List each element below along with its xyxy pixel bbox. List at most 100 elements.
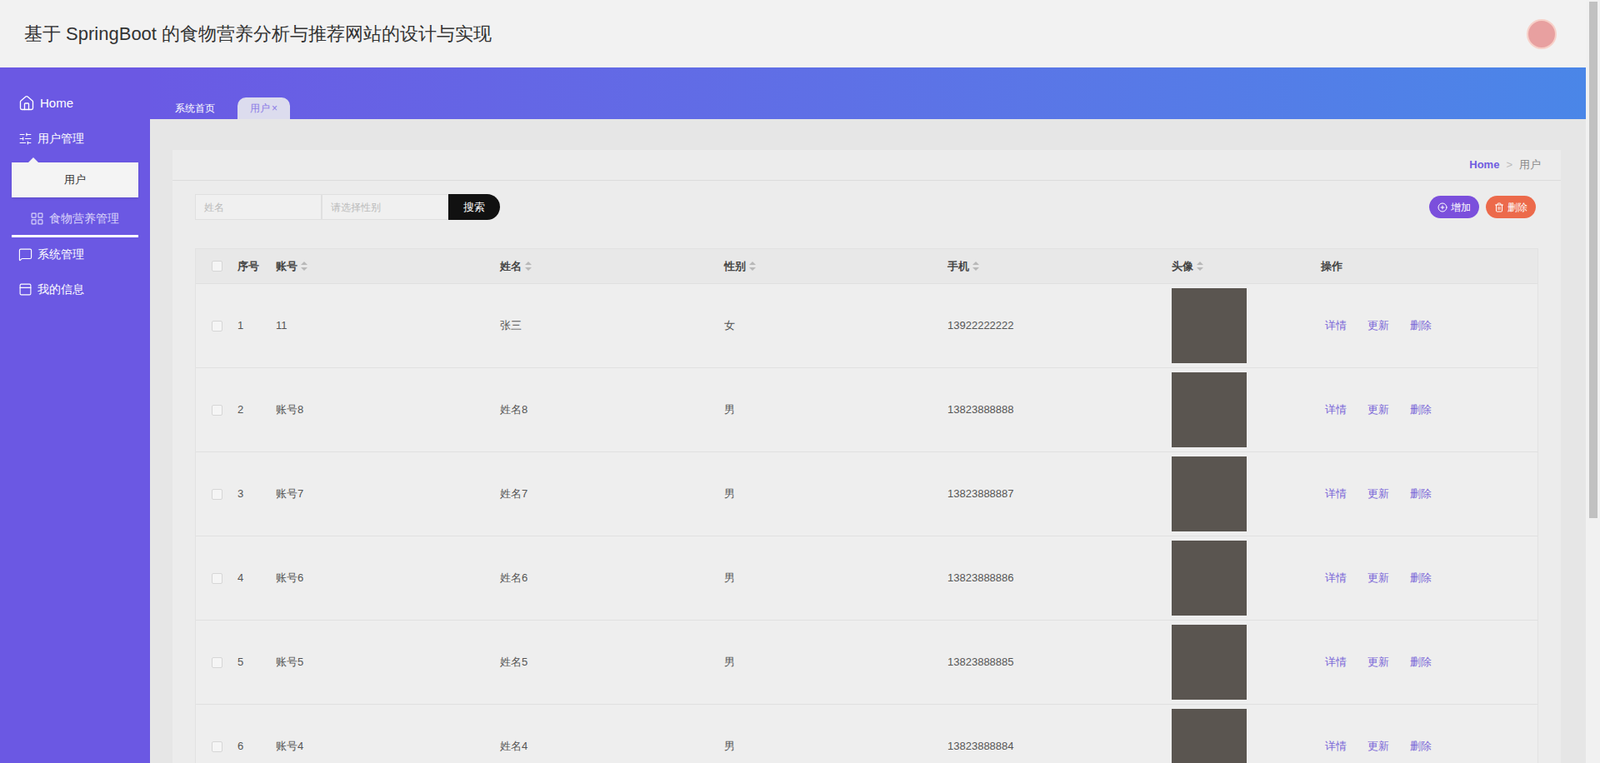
sort-icon[interactable]: [525, 261, 532, 271]
sort-icon[interactable]: [300, 261, 308, 271]
gender-select[interactable]: 请选择性别: [321, 194, 449, 220]
row-action[interactable]: 详情: [1325, 401, 1347, 419]
message-icon: [18, 247, 33, 262]
cell-actions: 详情 更新 删除: [1320, 485, 1538, 503]
app: 基于 SpringBoot 的食物营养分析与推荐网站的设计与实现Home用户管理…: [0, 0, 1600, 763]
cell-index: 6: [237, 738, 276, 755]
sidebar-item[interactable]: 用户管理: [0, 120, 150, 156]
row-action[interactable]: 详情: [1325, 317, 1347, 335]
row-checkbox[interactable]: [211, 657, 223, 669]
row-checkbox[interactable]: [211, 260, 223, 272]
scrollbar[interactable]: [1585, 0, 1600, 763]
sidebar-item[interactable]: Home: [0, 85, 150, 121]
sidebar-group: 食物营养管理: [0, 202, 150, 238]
submenu-item[interactable]: 用户: [11, 162, 139, 198]
search-button[interactable]: 搜索: [448, 194, 500, 220]
submenu: 用户: [11, 162, 139, 198]
row-checkbox[interactable]: [211, 741, 223, 753]
cell-avatar: [1171, 288, 1321, 364]
sort-icon[interactable]: [1196, 261, 1204, 271]
row-action[interactable]: 详情: [1325, 485, 1347, 503]
cell-index: 1: [237, 317, 276, 335]
row-action[interactable]: 详情: [1325, 654, 1347, 671]
column-header: 操作: [1320, 258, 1538, 275]
breadcrumb-item[interactable]: Home: [1469, 156, 1500, 174]
cell-index: 5: [237, 654, 276, 671]
row-action[interactable]: 删除: [1410, 317, 1432, 335]
sidebar-group: 用户管理用户: [0, 120, 150, 203]
column-header[interactable]: 姓名: [500, 258, 725, 275]
cell-name: 张三: [500, 317, 725, 335]
avatar-photo: [1171, 288, 1247, 364]
sort-icon[interactable]: [749, 261, 756, 271]
row-action[interactable]: 更新: [1367, 317, 1390, 335]
row-action[interactable]: 删除: [1410, 401, 1432, 419]
cell-gender: 男: [724, 485, 948, 503]
sort-icon[interactable]: [972, 261, 980, 271]
row-action[interactable]: 删除: [1410, 570, 1432, 587]
delete-button[interactable]: 删除: [1485, 195, 1536, 219]
row-action[interactable]: 删除: [1410, 485, 1432, 503]
sidebar: Home用户管理用户食物营养管理系统管理我的信息: [0, 67, 150, 763]
table-row[interactable]: 111张三女13922222222详情更新删除: [195, 283, 1538, 368]
avatar-photo: [1171, 456, 1247, 532]
cell-account: 11: [275, 317, 500, 335]
name-input[interactable]: 姓名: [195, 194, 322, 220]
cell-phone: 13823888887: [947, 485, 1172, 503]
submenu-arrow: [28, 157, 39, 163]
table-row[interactable]: 2账号8姓名8男13823888888详情更新删除: [195, 367, 1538, 452]
sidebar-item[interactable]: 系统管理: [0, 237, 150, 273]
add-button[interactable]: 增加: [1429, 195, 1480, 219]
row-action[interactable]: 删除: [1410, 738, 1432, 755]
scrollbar-thumb[interactable]: [1589, 1, 1598, 519]
page: 基于 SpringBoot 的食物营养分析与推荐网站的设计与实现Home用户管理…: [0, 0, 1586, 763]
breadcrumb: Home>用户: [172, 150, 1561, 181]
row-action[interactable]: 详情: [1325, 738, 1347, 755]
column-header[interactable]: 账号: [275, 258, 500, 275]
column-header[interactable]: 性别: [724, 258, 948, 275]
row-action[interactable]: 详情: [1325, 570, 1347, 587]
row-action[interactable]: 删除: [1410, 654, 1432, 671]
cell-phone: 13823888885: [947, 654, 1172, 671]
cell-phone: 13823888886: [947, 570, 1172, 587]
tab[interactable]: 用户×: [237, 97, 290, 120]
table-row[interactable]: 6账号4姓名4男13823888884详情更新删除: [195, 704, 1538, 763]
cell-phone: 13823888884: [947, 738, 1172, 755]
row-checkbox[interactable]: [211, 320, 223, 332]
avatar-icon[interactable]: [1526, 19, 1557, 50]
column-header[interactable]: 手机: [947, 258, 1172, 275]
cell-actions: 详情 更新 删除: [1320, 401, 1538, 419]
tab[interactable]: 系统首页: [162, 97, 228, 120]
breadcrumb-separator: >: [1505, 156, 1513, 174]
cell-index: 3: [237, 485, 276, 503]
table-row[interactable]: 5账号5姓名5男13823888885详情更新删除: [195, 620, 1538, 705]
column-header[interactable]: 头像: [1171, 258, 1321, 275]
row-checkbox[interactable]: [211, 489, 223, 500]
row-action[interactable]: 更新: [1367, 738, 1390, 755]
cell-gender: 男: [724, 654, 948, 671]
table-row[interactable]: 3账号7姓名7男13823888887 详情 更新 删除: [195, 451, 1538, 536]
cell-account: 账号7: [275, 485, 500, 503]
sidebar-item[interactable]: 食物营养管理: [11, 202, 139, 238]
row-checkbox[interactable]: [211, 405, 223, 416]
row-checkbox[interactable]: [211, 573, 223, 585]
grid-icon: [30, 211, 45, 226]
cell-name: 姓名7: [500, 485, 725, 503]
row-action[interactable]: 更新: [1367, 401, 1390, 419]
row-action[interactable]: 更新: [1367, 570, 1390, 587]
sidebar-item[interactable]: 我的信息: [0, 272, 150, 308]
cell-gender: 男: [724, 738, 948, 755]
table-row[interactable]: 4账号6姓名6男13823888886详情更新删除: [195, 535, 1538, 620]
cell-name: 姓名5: [500, 654, 725, 671]
main: 系统首页用户×Home>用户姓名请选择性别搜索增加删除序号账号姓名性别手机头像操…: [150, 67, 1586, 763]
tab-close[interactable]: ×: [271, 100, 278, 116]
cell-actions: 详情 更新 删除: [1320, 570, 1538, 587]
user-table: 序号账号姓名性别手机头像操作111张三女13922222222详情更新删除2账号…: [195, 248, 1539, 763]
cell-avatar: [1171, 372, 1321, 448]
table-header: 序号账号姓名性别手机头像操作: [195, 249, 1538, 284]
cell-name: 姓名6: [500, 570, 725, 587]
row-action[interactable]: 更新: [1367, 485, 1390, 503]
row-action[interactable]: 更新: [1367, 654, 1390, 671]
tab-strip: 系统首页用户×: [150, 67, 1586, 120]
cell-name: 姓名4: [500, 738, 725, 755]
